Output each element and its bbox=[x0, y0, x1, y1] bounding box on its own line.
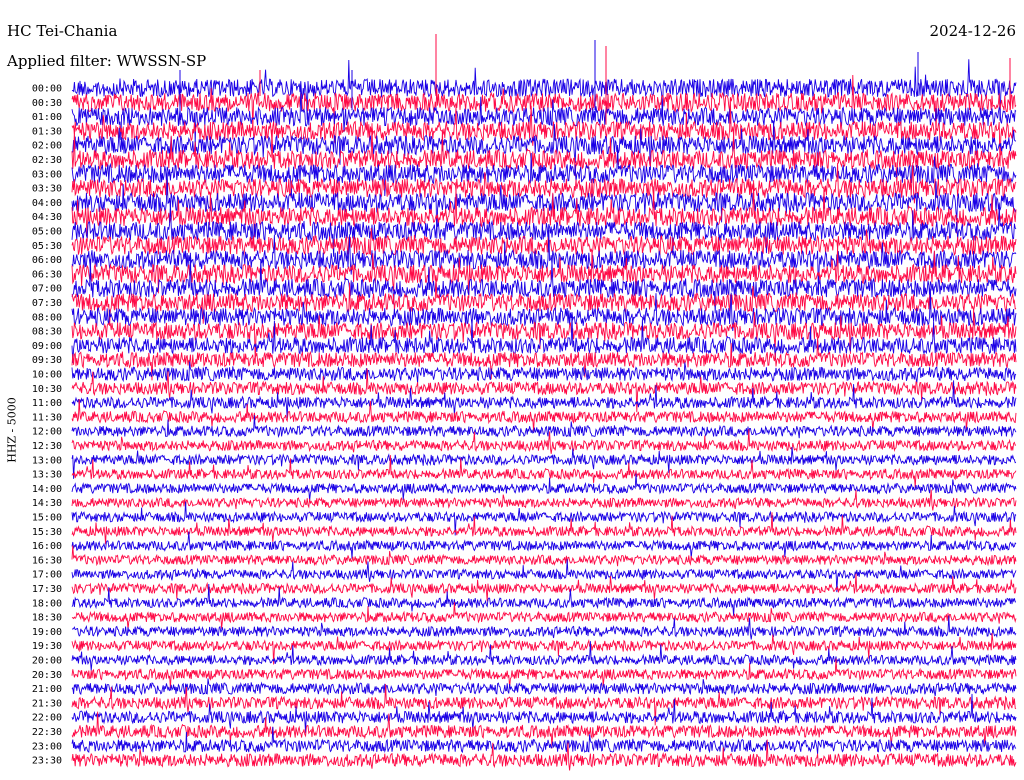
row-time-label: 08:00 bbox=[32, 312, 62, 323]
row-time-label: 20:30 bbox=[32, 670, 62, 681]
trace-row-2100 bbox=[71, 678, 1017, 697]
row-time-label: 22:00 bbox=[32, 713, 62, 724]
row-time-label: 04:30 bbox=[32, 212, 62, 223]
trace-row-2200 bbox=[71, 693, 1017, 734]
trace-row-1600 bbox=[71, 531, 1017, 559]
row-time-label: 01:00 bbox=[32, 112, 62, 123]
row-time-label: 18:00 bbox=[32, 598, 62, 609]
row-time-label: 06:00 bbox=[32, 255, 62, 266]
row-time-label: 18:30 bbox=[32, 613, 62, 624]
row-time-label: 15:30 bbox=[32, 527, 62, 538]
row-time-label: 07:00 bbox=[32, 284, 62, 295]
row-time-label: 13:30 bbox=[32, 470, 62, 481]
row-time-label: 03:30 bbox=[32, 184, 62, 195]
trace-row-1630 bbox=[71, 545, 1017, 567]
row-time-label: 09:00 bbox=[32, 341, 62, 352]
helicorder-plot: 00:00 00:30 01:00 01:30 02:00 02:30 03:00 03:30… bbox=[32, 34, 1017, 771]
row-time-label: 02:00 bbox=[32, 141, 62, 152]
row-time-label: 14:30 bbox=[32, 498, 62, 509]
row-time-label: 21:00 bbox=[32, 684, 62, 695]
row-time-label: 19:00 bbox=[32, 627, 62, 638]
row-time-label: 03:00 bbox=[32, 169, 62, 180]
row-time-label: 17:30 bbox=[32, 584, 62, 595]
row-time-label: 14:00 bbox=[32, 484, 62, 495]
row-time-label: 01:30 bbox=[32, 126, 62, 137]
row-time-label: 00:00 bbox=[32, 84, 62, 95]
trace-row-1430 bbox=[71, 489, 1017, 511]
row-time-label: 05:30 bbox=[32, 241, 62, 252]
row-time-label: 15:00 bbox=[32, 513, 62, 524]
row-time-label: 22:30 bbox=[32, 727, 62, 738]
row-time-label: 02:30 bbox=[32, 155, 62, 166]
row-time-label: 23:30 bbox=[32, 756, 62, 767]
row-time-label: 00:30 bbox=[32, 98, 62, 109]
row-time-label: 07:30 bbox=[32, 298, 62, 309]
row-time-label: 17:00 bbox=[32, 570, 62, 581]
row-time-label: 21:30 bbox=[32, 698, 62, 709]
row-time-label: 12:30 bbox=[32, 441, 62, 452]
row-tick-labels: 00:00 00:30 01:00 01:30 02:00 02:30 03:00 03:30… bbox=[32, 84, 62, 767]
row-time-label: 12:00 bbox=[32, 427, 62, 438]
row-time-label: 23:00 bbox=[32, 741, 62, 752]
row-time-label: 16:00 bbox=[32, 541, 62, 552]
row-time-label: 05:00 bbox=[32, 227, 62, 238]
row-time-label: 10:00 bbox=[32, 370, 62, 381]
row-time-label: 09:30 bbox=[32, 355, 62, 366]
row-time-label: 11:30 bbox=[32, 412, 62, 423]
row-time-label: 11:00 bbox=[32, 398, 62, 409]
trace-row-1400 bbox=[71, 473, 1017, 502]
row-time-label: 20:00 bbox=[32, 656, 62, 667]
row-time-label: 16:30 bbox=[32, 555, 62, 566]
row-time-label: 10:30 bbox=[32, 384, 62, 395]
row-time-label: 19:30 bbox=[32, 641, 62, 652]
row-time-label: 08:30 bbox=[32, 327, 62, 338]
seismic-traces bbox=[71, 34, 1017, 771]
row-time-label: 04:00 bbox=[32, 198, 62, 209]
row-time-label: 06:30 bbox=[32, 269, 62, 280]
row-time-label: 13:00 bbox=[32, 455, 62, 466]
